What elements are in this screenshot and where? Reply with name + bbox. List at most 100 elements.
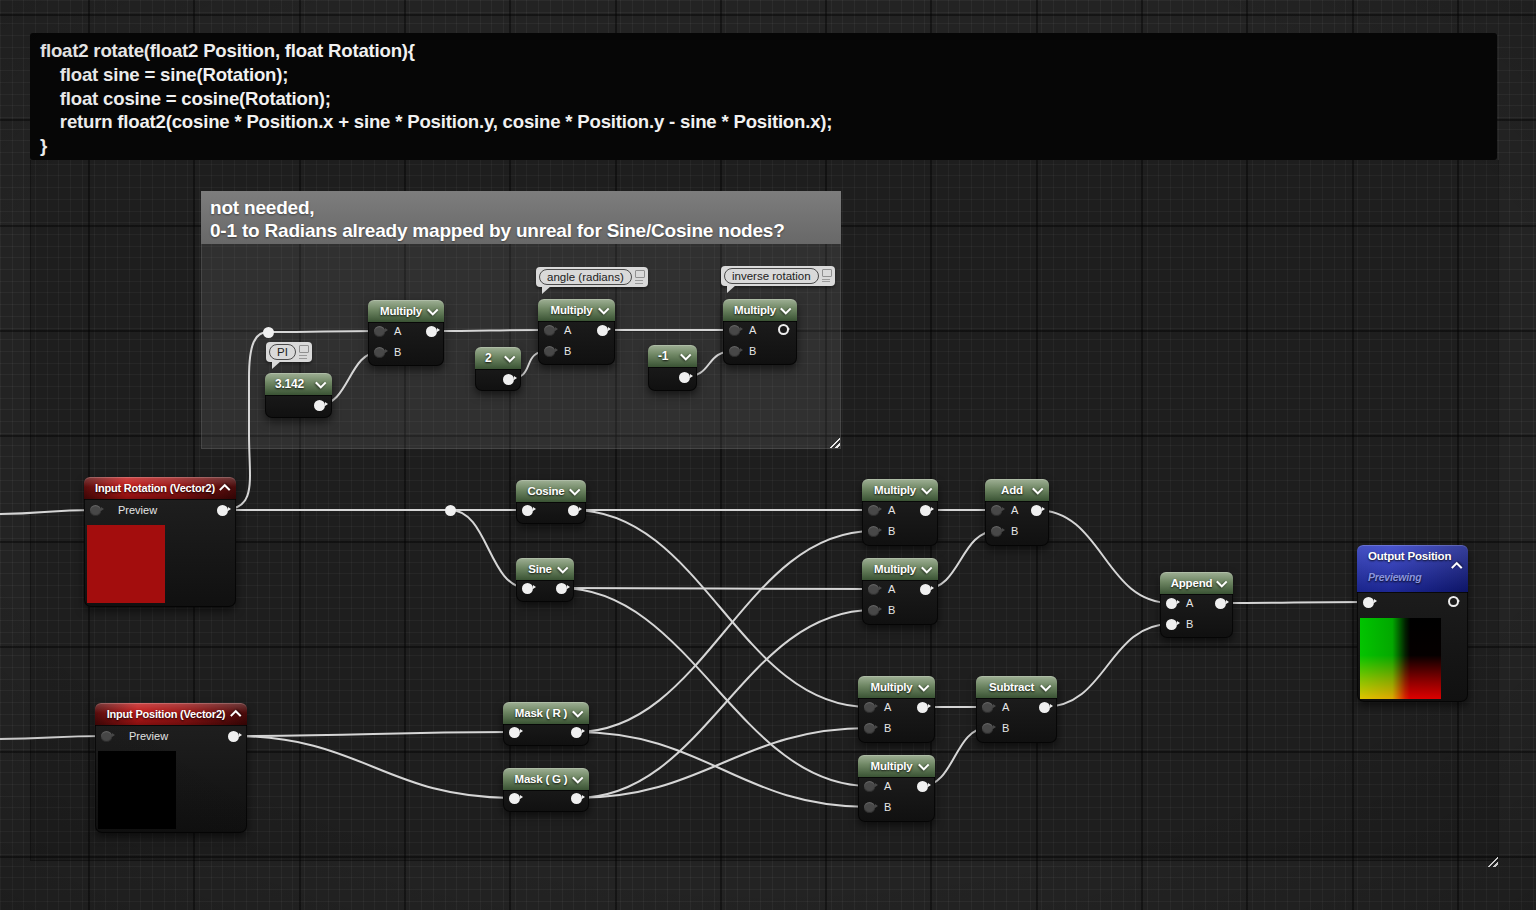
chevron-down-icon[interactable] — [918, 680, 929, 691]
node-add[interactable]: AddAB — [985, 479, 1049, 546]
output-pin[interactable] — [1039, 702, 1050, 713]
input-pin[interactable] — [1363, 597, 1374, 608]
input-pin-a[interactable] — [868, 584, 879, 595]
node-cosine[interactable]: Cosine — [516, 480, 586, 524]
input-pin-a[interactable] — [864, 781, 875, 792]
node-mulC1[interactable]: MultiplyAB — [368, 300, 444, 366]
node-mulBR2[interactable]: MultiplyAB — [858, 755, 935, 822]
node-mulC3[interactable]: MultiplyAB — [723, 299, 797, 365]
node-outputPosition[interactable]: Output PositionPreviewing — [1357, 545, 1468, 702]
output-pin[interactable] — [597, 325, 608, 336]
node-sine[interactable]: Sine — [516, 558, 574, 602]
input-pin-a[interactable] — [544, 325, 555, 336]
output-pin[interactable] — [917, 702, 928, 713]
node-c2[interactable]: 2 — [475, 347, 521, 391]
output-pin[interactable] — [556, 583, 567, 594]
input-pin-b[interactable] — [1166, 619, 1177, 630]
preview-input-pin[interactable] — [90, 505, 101, 516]
output-pin[interactable] — [778, 324, 789, 335]
input-pin-b[interactable] — [982, 723, 993, 734]
output-pin[interactable] — [426, 326, 437, 337]
chevron-down-icon[interactable] — [557, 562, 568, 573]
chevron-down-icon[interactable] — [918, 759, 929, 770]
chevron-down-icon[interactable] — [680, 349, 691, 360]
node-header[interactable]: Multiply — [723, 299, 797, 321]
node-maskG[interactable]: Mask ( G ) — [503, 768, 589, 812]
input-pin-b[interactable] — [544, 346, 555, 357]
output-pin[interactable] — [1215, 598, 1226, 609]
chevron-down-icon[interactable] — [1216, 576, 1227, 587]
node-header[interactable]: Mask ( R ) — [503, 702, 589, 724]
input-pin-b[interactable] — [729, 346, 740, 357]
input-pin-a[interactable] — [864, 702, 875, 713]
input-pin-b[interactable] — [864, 723, 875, 734]
chevron-down-icon[interactable] — [1040, 680, 1051, 691]
input-pin-b[interactable] — [868, 605, 879, 616]
node-header[interactable]: Input Rotation (Vector2) — [84, 477, 236, 499]
node-inputRotation[interactable]: Input Rotation (Vector2)Preview — [84, 477, 236, 607]
output-pin[interactable] — [571, 793, 582, 804]
input-pin[interactable] — [509, 727, 520, 738]
node-header[interactable]: Multiply — [858, 676, 935, 698]
chevron-down-icon[interactable] — [780, 303, 791, 314]
node-header[interactable]: Mask ( G ) — [503, 768, 589, 790]
input-pin-b[interactable] — [991, 526, 1002, 537]
material-graph-canvas[interactable]: float2 rotate(float2 Position, float Rot… — [0, 0, 1536, 910]
node-append[interactable]: AppendAB — [1160, 572, 1233, 638]
output-pin[interactable] — [503, 374, 514, 385]
node-header[interactable]: Sine — [516, 558, 574, 580]
chevron-down-icon[interactable] — [427, 304, 438, 315]
node-header[interactable]: Multiply — [368, 300, 444, 322]
node-comment-bubble[interactable]: PI — [266, 342, 312, 362]
input-pin-a[interactable] — [991, 505, 1002, 516]
node-comment-bubble[interactable]: inverse rotation — [721, 266, 835, 286]
preview-input-pin[interactable] — [101, 731, 112, 742]
node-header[interactable]: Subtract — [976, 676, 1057, 698]
node-header[interactable]: Multiply — [538, 299, 615, 321]
node-mulC2[interactable]: MultiplyAB — [538, 299, 615, 365]
output-pin[interactable] — [920, 584, 931, 595]
input-pin-a[interactable] — [1166, 598, 1177, 609]
node-header[interactable]: Add — [985, 479, 1049, 501]
node-header[interactable]: Multiply — [858, 755, 935, 777]
reroute-node[interactable] — [445, 505, 456, 516]
node-cneg1[interactable]: -1 — [648, 345, 697, 391]
output-pin[interactable] — [568, 505, 579, 516]
output-pin[interactable] — [314, 400, 325, 411]
chevron-down-icon[interactable] — [921, 562, 932, 573]
chevron-down-icon[interactable] — [921, 483, 932, 494]
chevron-down-icon[interactable] — [569, 484, 580, 495]
chevron-down-icon[interactable] — [598, 303, 609, 314]
input-pin[interactable] — [522, 583, 533, 594]
output-pin[interactable] — [1448, 596, 1459, 607]
input-pin[interactable] — [509, 793, 520, 804]
node-header[interactable]: Output PositionPreviewing — [1357, 545, 1468, 592]
output-pin[interactable] — [571, 727, 582, 738]
node-header[interactable]: 3.142 — [265, 373, 332, 395]
node-header[interactable]: Append — [1160, 572, 1233, 594]
input-pin-a[interactable] — [729, 325, 740, 336]
input-pin-a[interactable] — [868, 505, 879, 516]
chevron-up-icon[interactable] — [230, 710, 241, 721]
input-pin-b[interactable] — [864, 802, 875, 813]
output-pin[interactable] — [217, 505, 228, 516]
node-inputPosition[interactable]: Input Position (Vector2)Preview — [95, 703, 247, 833]
input-pin-b[interactable] — [374, 347, 385, 358]
node-header[interactable]: Multiply — [862, 558, 938, 580]
node-mulTR1[interactable]: MultiplyAB — [862, 479, 938, 546]
input-pin-a[interactable] — [982, 702, 993, 713]
input-pin-a[interactable] — [374, 326, 385, 337]
output-pin[interactable] — [228, 731, 239, 742]
node-maskR[interactable]: Mask ( R ) — [503, 702, 589, 746]
node-subtract[interactable]: SubtractAB — [976, 676, 1057, 743]
input-pin-b[interactable] — [868, 526, 879, 537]
chevron-down-icon[interactable] — [504, 351, 515, 362]
output-pin[interactable] — [920, 505, 931, 516]
node-n3142[interactable]: 3.142 — [265, 373, 332, 418]
node-comment-bubble[interactable]: angle (radians) — [536, 267, 648, 287]
code-comment-block[interactable]: float2 rotate(float2 Position, float Rot… — [30, 33, 1497, 160]
output-pin[interactable] — [679, 372, 690, 383]
node-header[interactable]: Cosine — [516, 480, 586, 502]
node-header[interactable]: Multiply — [862, 479, 938, 501]
input-pin[interactable] — [522, 505, 533, 516]
